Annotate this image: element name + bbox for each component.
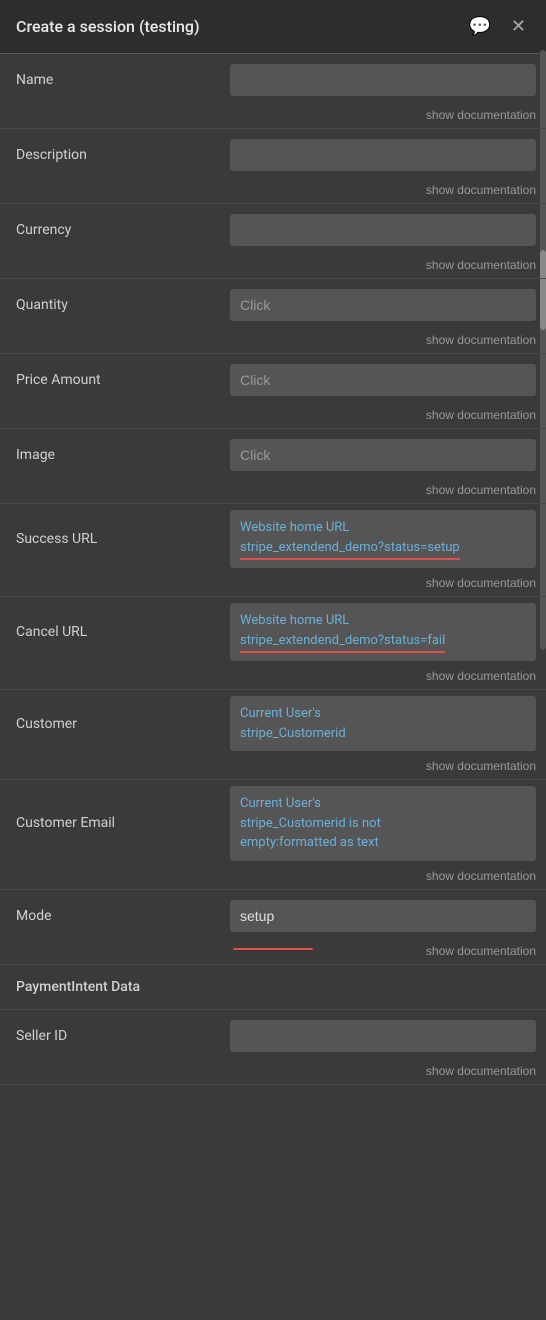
label-description: Description xyxy=(0,129,220,181)
cancel-url-underline: stripe_extendend_demo?status=fail xyxy=(240,631,445,654)
field-cancel-url: Cancel URL Website home URL stripe_extend… xyxy=(0,597,546,690)
value-name[interactable] xyxy=(220,54,546,106)
section-paymentintent-data: PaymentIntent Data xyxy=(0,965,546,1010)
cancel-url-prefix: Website home URL xyxy=(240,613,349,628)
close-button[interactable]: ✕ xyxy=(507,14,530,39)
value-mode[interactable] xyxy=(220,890,546,942)
label-customer: Customer xyxy=(0,690,220,757)
modal-header: Create a session (testing) 💬 ✕ xyxy=(0,0,546,54)
value-success-url[interactable]: Website home URL stripe_extendend_demo?st… xyxy=(220,504,546,574)
input-description[interactable] xyxy=(230,139,536,171)
success-url-prefix: Website home URL xyxy=(240,520,349,535)
field-customer-email: Customer Email Current User'sstripe_Cust… xyxy=(0,780,546,890)
header-icons: 💬 ✕ xyxy=(464,14,530,39)
close-icon: ✕ xyxy=(511,16,526,36)
doc-price-amount[interactable]: show documentation xyxy=(426,408,536,422)
field-description: Description show documentation xyxy=(0,129,546,204)
label-currency: Currency xyxy=(0,204,220,256)
value-cancel-url[interactable]: Website home URL stripe_extendend_demo?st… xyxy=(220,597,546,667)
doc-currency[interactable]: show documentation xyxy=(426,258,536,272)
label-name: Name xyxy=(0,54,220,106)
click-price-amount[interactable]: Click xyxy=(230,364,536,396)
complex-customer-email[interactable]: Current User'sstripe_Customerid is notem… xyxy=(230,786,536,861)
click-image[interactable]: Click xyxy=(230,439,536,471)
doc-description[interactable]: show documentation xyxy=(426,183,536,197)
modal-title: Create a session (testing) xyxy=(16,17,200,36)
value-customer-email[interactable]: Current User'sstripe_Customerid is notem… xyxy=(220,780,546,867)
complex-success-url[interactable]: Website home URL stripe_extendend_demo?st… xyxy=(230,510,536,568)
customer-email-value: Current User'sstripe_Customerid is notem… xyxy=(240,796,381,850)
field-customer: Customer Current User'sstripe_Customerid… xyxy=(0,690,546,780)
field-quantity: Quantity Click show documentation xyxy=(0,279,546,354)
input-name[interactable] xyxy=(230,64,536,96)
input-mode[interactable] xyxy=(230,900,536,932)
section-paymentintent-label: PaymentIntent Data xyxy=(16,979,140,995)
complex-cancel-url[interactable]: Website home URL stripe_extendend_demo?st… xyxy=(230,603,536,661)
label-seller-id: Seller ID xyxy=(0,1010,220,1062)
field-success-url: Success URL Website home URL stripe_exten… xyxy=(0,504,546,597)
doc-image[interactable]: show documentation xyxy=(426,483,536,497)
input-seller-id[interactable] xyxy=(230,1020,536,1052)
complex-customer[interactable]: Current User'sstripe_Customerid xyxy=(230,696,536,751)
doc-customer[interactable]: show documentation xyxy=(426,759,536,773)
field-seller-id: Seller ID show documentation xyxy=(0,1010,546,1085)
label-customer-email: Customer Email xyxy=(0,780,220,867)
field-mode: Mode show documentation xyxy=(0,890,546,965)
label-success-url: Success URL xyxy=(0,504,220,574)
field-currency: Currency show documentation xyxy=(0,204,546,279)
label-price-amount: Price Amount xyxy=(0,354,220,406)
input-currency[interactable] xyxy=(230,214,536,246)
label-cancel-url: Cancel URL xyxy=(0,597,220,667)
value-quantity[interactable]: Click xyxy=(220,279,546,331)
doc-quantity[interactable]: show documentation xyxy=(426,333,536,347)
label-mode: Mode xyxy=(0,890,220,942)
success-url-underline: stripe_extendend_demo?status=setup xyxy=(240,538,460,561)
label-image: Image xyxy=(0,429,220,481)
field-image: Image Click show documentation xyxy=(0,429,546,504)
comment-button[interactable]: 💬 xyxy=(464,14,494,39)
doc-cancel-url[interactable]: show documentation xyxy=(426,669,536,683)
doc-mode[interactable]: show documentation xyxy=(426,944,536,958)
value-description[interactable] xyxy=(220,129,546,181)
customer-value: Current User'sstripe_Customerid xyxy=(240,706,346,741)
value-price-amount[interactable]: Click xyxy=(220,354,546,406)
doc-seller-id[interactable]: show documentation xyxy=(426,1064,536,1078)
comment-icon: 💬 xyxy=(468,16,490,36)
field-name: Name show documentation xyxy=(0,54,546,129)
doc-customer-email[interactable]: show documentation xyxy=(426,869,536,883)
modal-container: Create a session (testing) 💬 ✕ Name show… xyxy=(0,0,546,1320)
doc-success-url[interactable]: show documentation xyxy=(426,576,536,590)
label-quantity: Quantity xyxy=(0,279,220,331)
field-price-amount: Price Amount Click show documentation xyxy=(0,354,546,429)
click-quantity[interactable]: Click xyxy=(230,289,536,321)
value-customer[interactable]: Current User'sstripe_Customerid xyxy=(220,690,546,757)
value-seller-id[interactable] xyxy=(220,1010,546,1062)
value-currency[interactable] xyxy=(220,204,546,256)
doc-name[interactable]: show documentation xyxy=(426,108,536,122)
value-image[interactable]: Click xyxy=(220,429,546,481)
form-body: Name show documentation Description show… xyxy=(0,54,546,1085)
